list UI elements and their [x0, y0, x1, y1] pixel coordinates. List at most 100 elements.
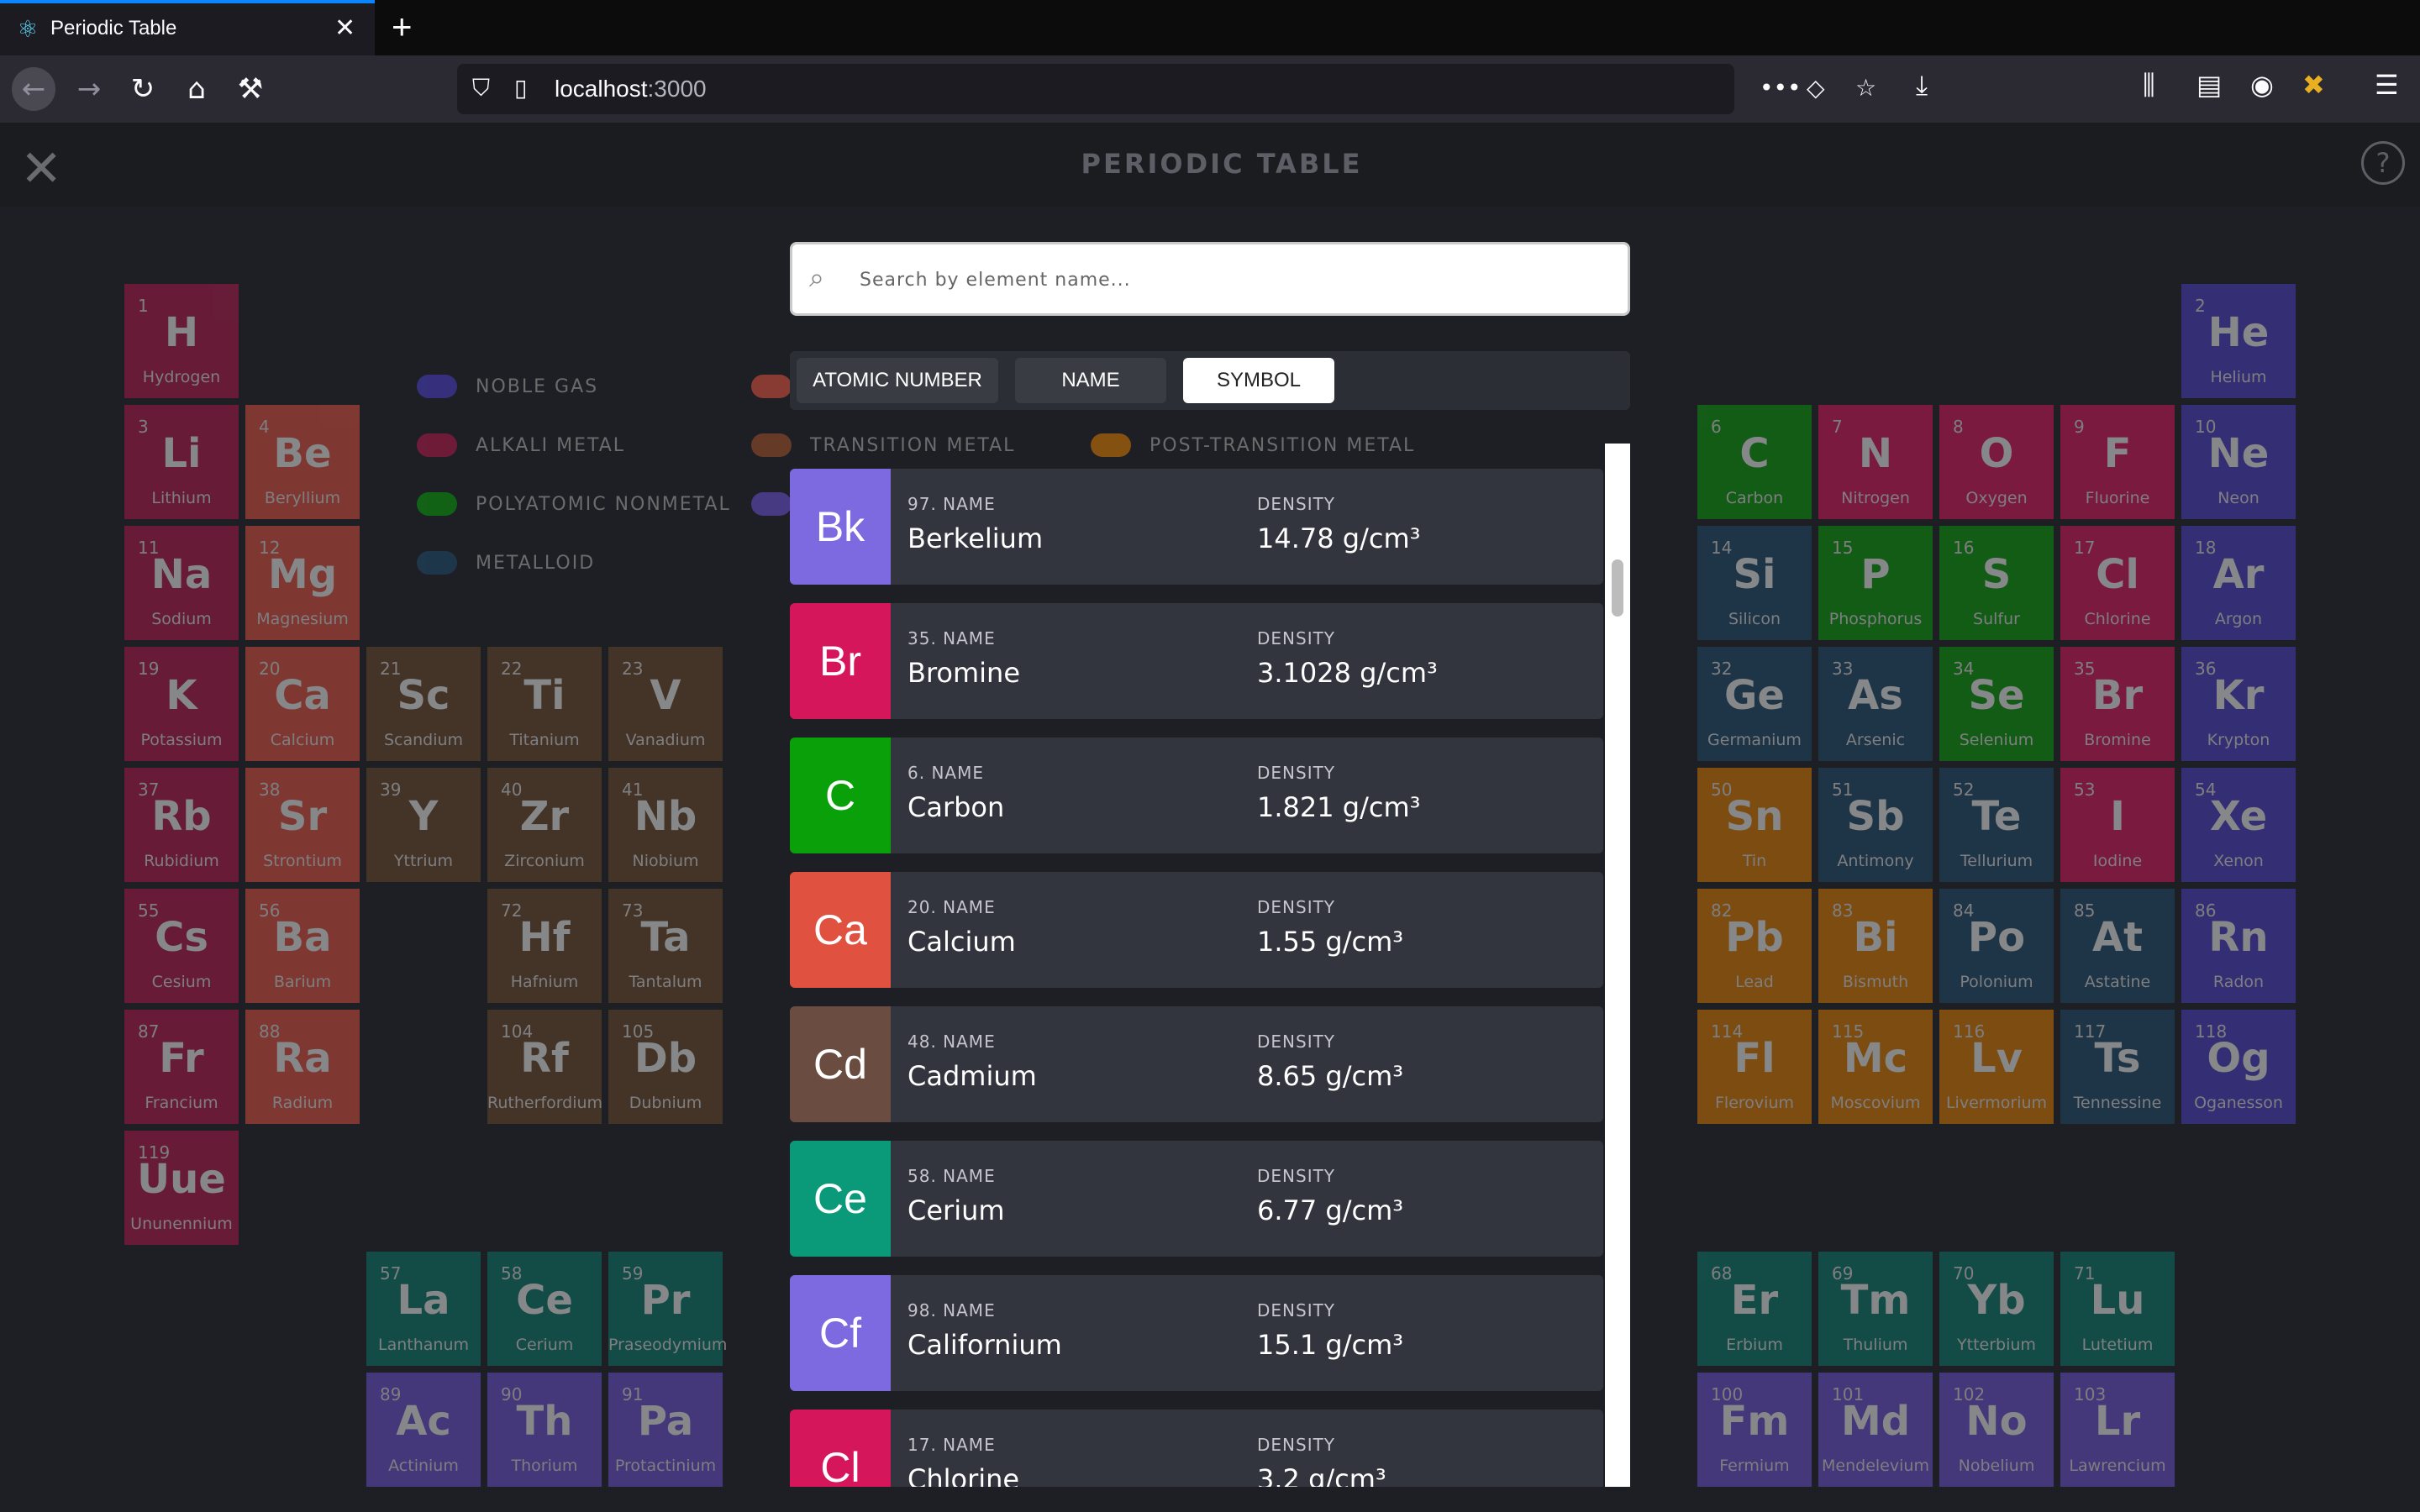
element-cell[interactable]: 51 Sb Antimony [1818, 768, 1933, 882]
element-cell[interactable]: 16 S Sulfur [1939, 526, 2054, 640]
more-icon[interactable]: ••• [1760, 74, 1802, 102]
result-card[interactable]: Ce 58. NAME Cerium DENSITY 6.77 g/cm³ [790, 1141, 1603, 1257]
element-cell[interactable]: 6 C Carbon [1697, 405, 1812, 519]
element-cell[interactable]: 21 Sc Scandium [366, 647, 481, 761]
results-scrollbar-thumb[interactable] [1612, 559, 1623, 617]
bookmark-star-icon[interactable]: ☆ [1855, 74, 1876, 102]
element-cell[interactable]: 84 Po Polonium [1939, 889, 2054, 1003]
result-card[interactable]: Cd 48. NAME Cadmium DENSITY 8.65 g/cm³ [790, 1006, 1603, 1122]
element-cell[interactable]: 8 O Oxygen [1939, 405, 2054, 519]
element-cell[interactable]: 102 No Nobelium [1939, 1373, 2054, 1487]
element-cell[interactable]: 103 Lr Lawrencium [2060, 1373, 2175, 1487]
wrench-icon[interactable]: ⚒ [229, 67, 272, 111]
shield-icon[interactable]: ⛉ [472, 74, 490, 102]
search-box[interactable]: ⌕ [790, 242, 1630, 316]
element-cell[interactable]: 15 P Phosphorus [1818, 526, 1933, 640]
element-cell[interactable]: 36 Kr Krypton [2181, 647, 2296, 761]
element-cell[interactable]: 100 Fm Fermium [1697, 1373, 1812, 1487]
element-cell[interactable]: 40 Zr Zirconium [487, 768, 602, 882]
element-cell[interactable]: 55 Cs Cesium [124, 889, 239, 1003]
element-cell[interactable]: 39 Y Yttrium [366, 768, 481, 882]
sort-atomic-number-button[interactable]: ATOMIC NUMBER [797, 358, 998, 403]
element-cell[interactable]: 82 Pb Lead [1697, 889, 1812, 1003]
home-icon[interactable]: ⌂ [175, 67, 218, 111]
element-cell[interactable]: 14 Si Silicon [1697, 526, 1812, 640]
element-cell[interactable]: 41 Nb Niobium [608, 768, 723, 882]
element-cell[interactable]: 89 Ac Actinium [366, 1373, 481, 1487]
element-cell[interactable]: 105 Db Dubnium [608, 1010, 723, 1124]
element-cell[interactable]: 12 Mg Magnesium [245, 526, 360, 640]
back-icon[interactable]: ← [12, 67, 55, 111]
element-cell[interactable]: 35 Br Bromine [2060, 647, 2175, 761]
element-cell[interactable]: 85 At Astatine [2060, 889, 2175, 1003]
element-cell[interactable]: 18 Ar Argon [2181, 526, 2296, 640]
element-cell[interactable]: 9 F Fluorine [2060, 405, 2175, 519]
element-cell[interactable]: 72 Hf Hafnium [487, 889, 602, 1003]
url-bar[interactable]: ⛉ ▯ localhost:3000 ••• ◇ ☆ [457, 64, 1876, 114]
element-cell[interactable]: 53 I Iodine [2060, 768, 2175, 882]
element-cell[interactable]: 54 Xe Xenon [2181, 768, 2296, 882]
result-card[interactable]: Br 35. NAME Bromine DENSITY 3.1028 g/cm³ [790, 603, 1603, 719]
menu-icon[interactable]: ☰ [2375, 69, 2399, 101]
help-icon[interactable]: ? [2361, 141, 2405, 185]
url-text[interactable]: localhost:3000 [555, 76, 707, 102]
element-cell[interactable]: 87 Fr Francium [124, 1010, 239, 1124]
element-cell[interactable]: 116 Lv Livermorium [1939, 1010, 2054, 1124]
element-cell[interactable]: 69 Tm Thulium [1818, 1252, 1933, 1366]
library-icon[interactable]: ⫼ [2143, 69, 2155, 102]
element-cell[interactable]: 38 Sr Strontium [245, 768, 360, 882]
element-cell[interactable]: 3 Li Lithium [124, 405, 239, 519]
element-cell[interactable]: 70 Yb Ytterbium [1939, 1252, 2054, 1366]
result-card[interactable]: Cf 98. NAME Californium DENSITY 15.1 g/cm³ [790, 1275, 1603, 1391]
element-cell[interactable]: 68 Er Erbium [1697, 1252, 1812, 1366]
element-cell[interactable]: 7 N Nitrogen [1818, 405, 1933, 519]
element-cell[interactable]: 57 La Lanthanum [366, 1252, 481, 1366]
account-icon[interactable]: ◉ [2250, 69, 2274, 101]
sidebar-icon[interactable]: ▤ [2196, 69, 2222, 101]
element-cell[interactable]: 83 Bi Bismuth [1818, 889, 1933, 1003]
element-cell[interactable]: 52 Te Tellurium [1939, 768, 2054, 882]
element-cell[interactable]: 104 Rf Rutherfordium [487, 1010, 602, 1124]
element-cell[interactable]: 11 Na Sodium [124, 526, 239, 640]
element-cell[interactable]: 115 Mc Moscovium [1818, 1010, 1933, 1124]
extension-icon[interactable]: ✖ [2302, 69, 2325, 101]
element-cell[interactable]: 59 Pr Praseodymium [608, 1252, 727, 1366]
new-tab-icon[interactable]: + [392, 7, 413, 47]
element-cell[interactable]: 37 Rb Rubidium [124, 768, 239, 882]
reload-icon[interactable]: ↻ [121, 67, 165, 111]
element-cell[interactable]: 73 Ta Tantalum [608, 889, 723, 1003]
element-cell[interactable]: 32 Ge Germanium [1697, 647, 1812, 761]
element-cell[interactable]: 119 Uue Ununennium [124, 1131, 239, 1245]
result-card[interactable]: Ca 20. NAME Calcium DENSITY 1.55 g/cm³ [790, 872, 1603, 988]
element-cell[interactable]: 88 Ra Radium [245, 1010, 360, 1124]
search-input[interactable] [858, 258, 1601, 302]
element-cell[interactable]: 56 Ba Barium [245, 889, 360, 1003]
element-cell[interactable]: 1 H Hydrogen [124, 284, 239, 398]
element-cell[interactable]: 34 Se Selenium [1939, 647, 2054, 761]
element-cell[interactable]: 10 Ne Neon [2181, 405, 2296, 519]
element-cell[interactable]: 2 He Helium [2181, 284, 2296, 398]
element-cell[interactable]: 118 Og Oganesson [2181, 1010, 2296, 1124]
element-cell[interactable]: 91 Pa Protactinium [608, 1373, 723, 1487]
forward-icon[interactable]: → [67, 67, 111, 111]
element-cell[interactable]: 58 Ce Cerium [487, 1252, 602, 1366]
sort-name-button[interactable]: NAME [1015, 358, 1166, 403]
element-cell[interactable]: 50 Sn Tin [1697, 768, 1812, 882]
element-cell[interactable]: 71 Lu Lutetium [2060, 1252, 2175, 1366]
browser-tab[interactable]: ⚛ Periodic Table ✕ [0, 0, 375, 55]
element-cell[interactable]: 114 Fl Flerovium [1697, 1010, 1812, 1124]
pocket-icon[interactable]: ◇ [1807, 74, 1825, 102]
element-cell[interactable]: 101 Md Mendelevium [1818, 1373, 1933, 1487]
element-cell[interactable]: 23 V Vanadium [608, 647, 723, 761]
element-cell[interactable]: 20 Ca Calcium [245, 647, 360, 761]
result-card[interactable]: Cl 17. NAME Chlorine DENSITY 3.2 g/cm³ [790, 1410, 1603, 1487]
element-cell[interactable]: 90 Th Thorium [487, 1373, 602, 1487]
close-tab-icon[interactable]: ✕ [334, 13, 355, 43]
sort-symbol-button[interactable]: SYMBOL [1183, 358, 1334, 403]
element-cell[interactable]: 17 Cl Chlorine [2060, 526, 2175, 640]
element-cell[interactable]: 22 Ti Titanium [487, 647, 602, 761]
result-card[interactable]: Bk 97. NAME Berkelium DENSITY 14.78 g/cm³ [790, 469, 1603, 585]
result-card[interactable]: C 6. NAME Carbon DENSITY 1.821 g/cm³ [790, 738, 1603, 853]
element-cell[interactable]: 86 Rn Radon [2181, 889, 2296, 1003]
element-cell[interactable]: 4 Be Beryllium [245, 405, 360, 519]
